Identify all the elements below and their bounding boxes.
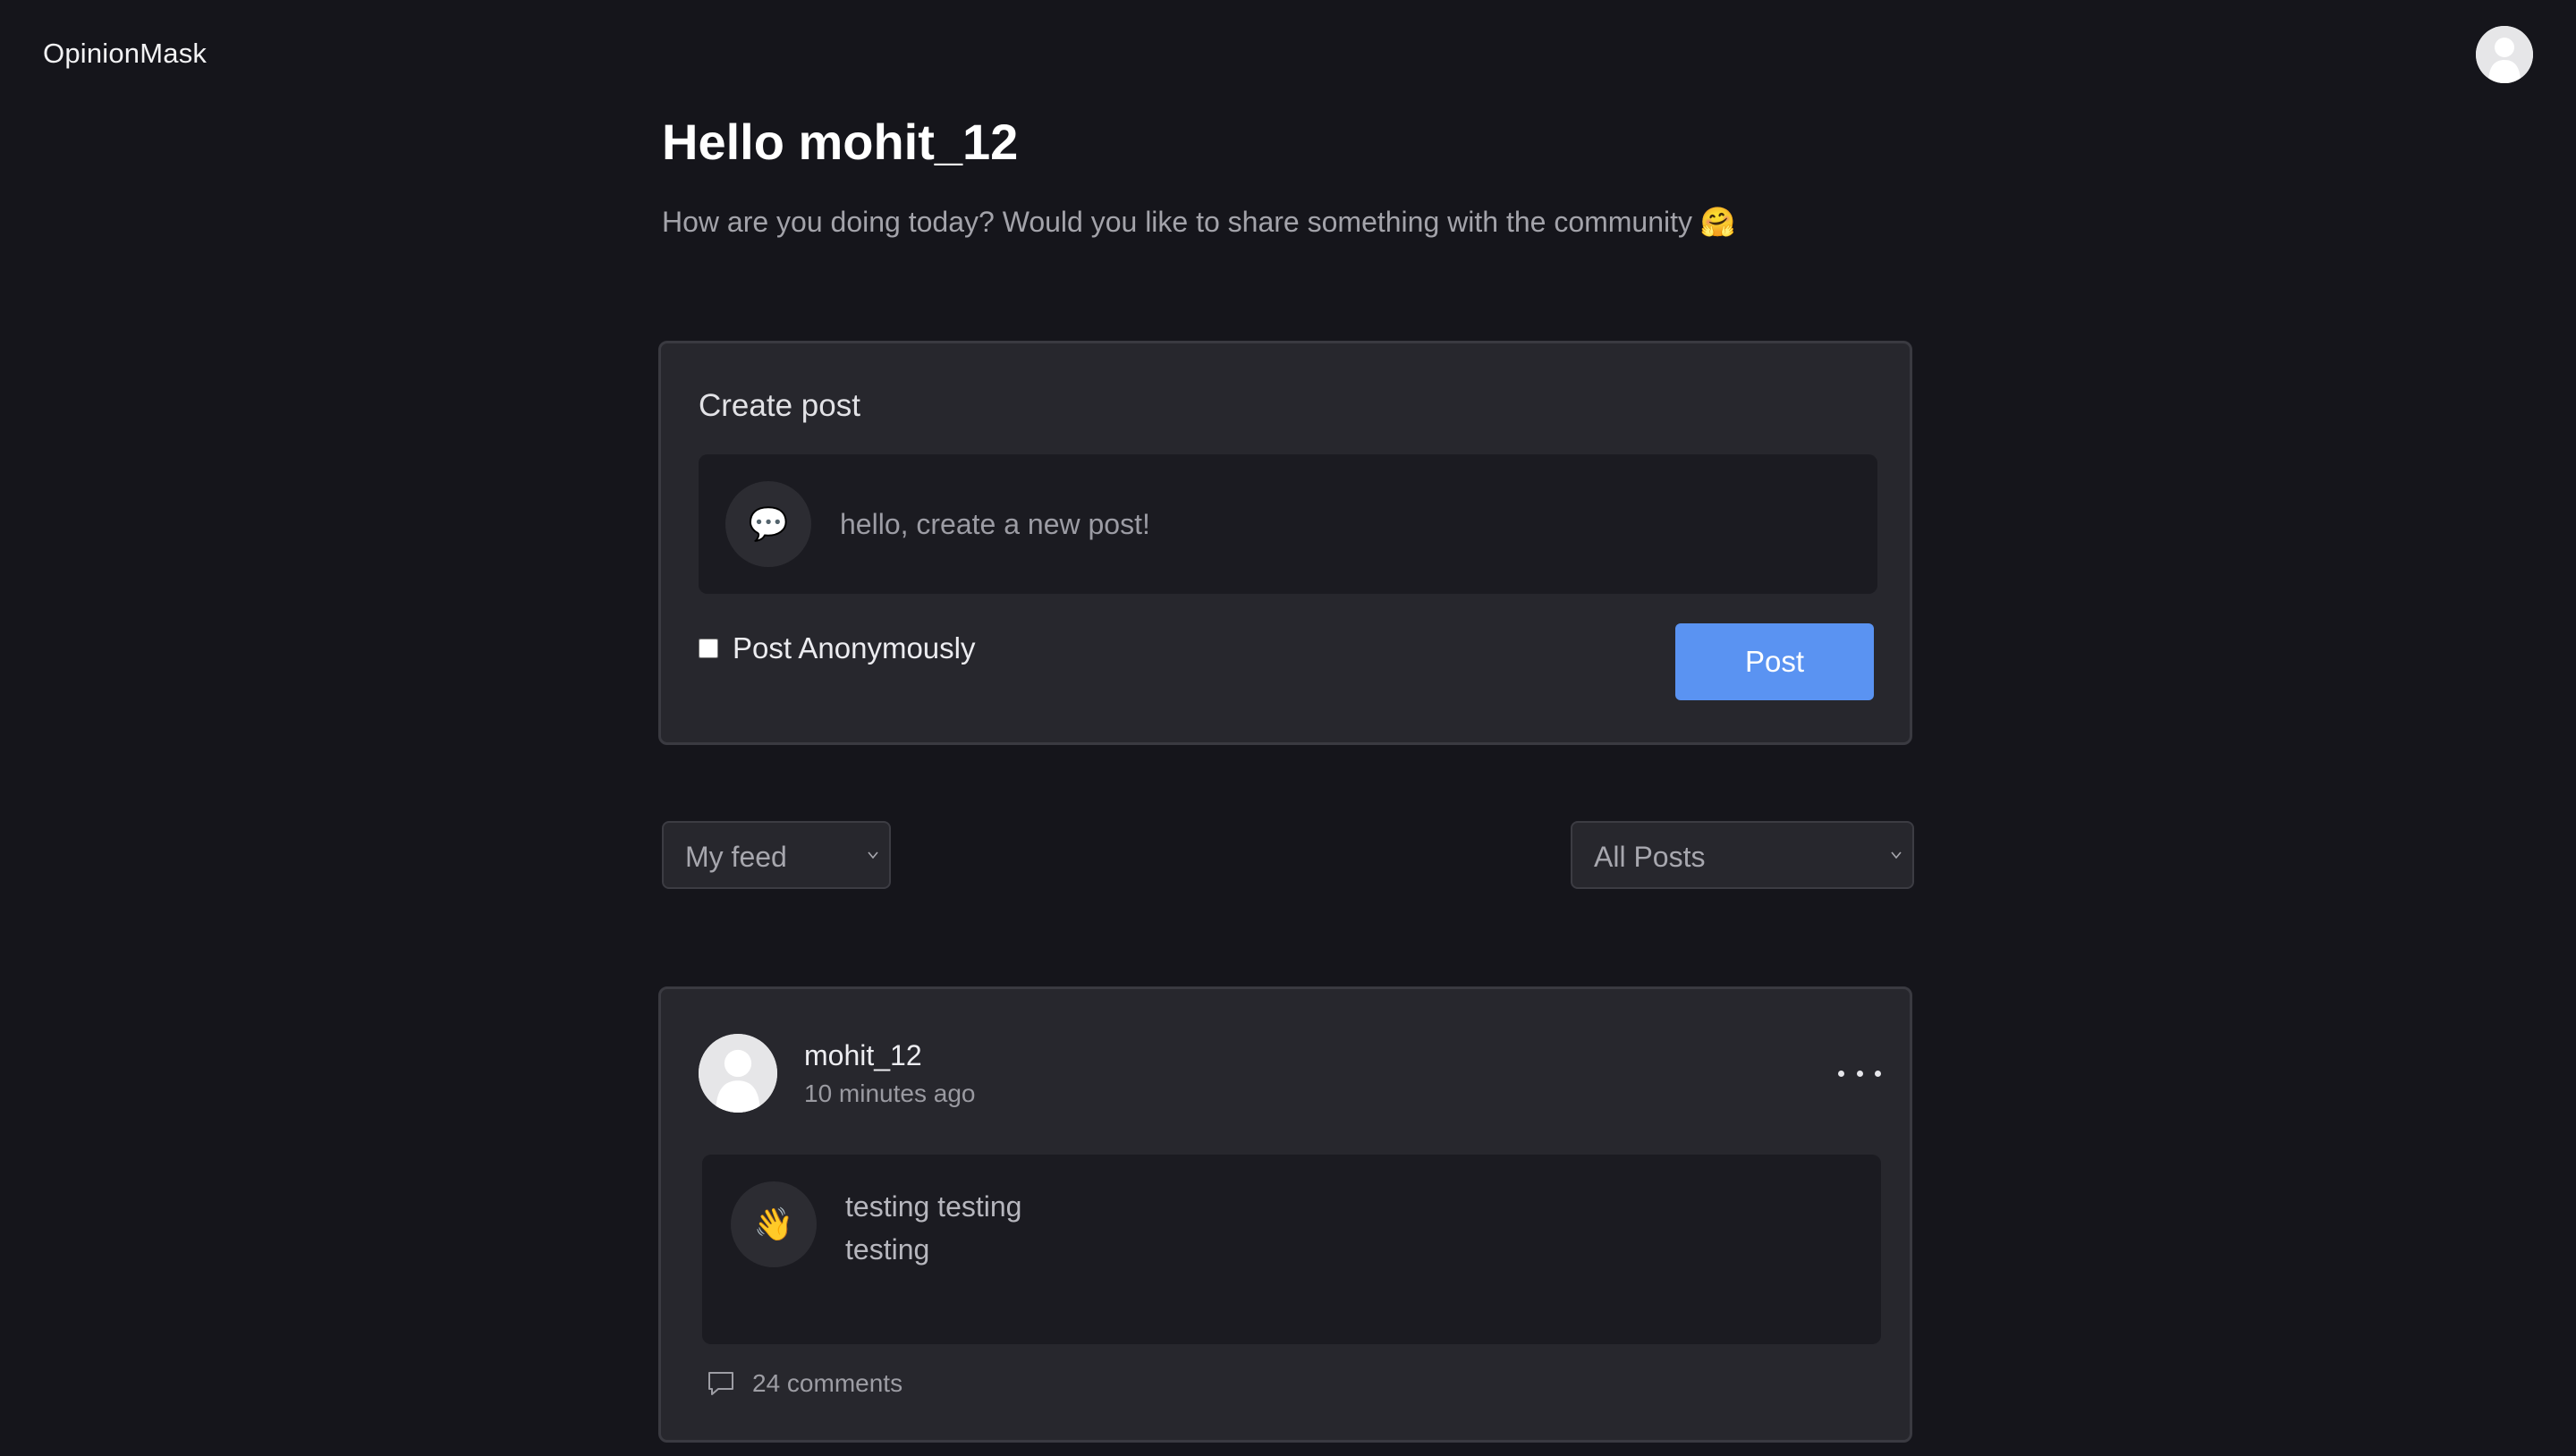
user-silhouette-icon bbox=[699, 1034, 777, 1113]
compose-box[interactable]: 💬 bbox=[699, 454, 1877, 594]
post-anonymously-label: Post Anonymously bbox=[733, 631, 976, 665]
page-title: Hello mohit_12 bbox=[662, 114, 1019, 170]
feed-select-value: My feed bbox=[685, 841, 787, 873]
create-post-title: Create post bbox=[699, 388, 860, 423]
post-timestamp: 10 minutes ago bbox=[804, 1079, 976, 1107]
post-text: testing testing testing bbox=[845, 1190, 1022, 1266]
ellipsis-dot-icon bbox=[1856, 1070, 1863, 1077]
speech-bubble-icon bbox=[708, 1372, 733, 1395]
post-author-name[interactable]: mohit_12 bbox=[804, 1039, 922, 1072]
feed-select[interactable]: My feed bbox=[662, 821, 891, 889]
new-post-input[interactable] bbox=[840, 497, 1842, 551]
post-card: mohit_12 10 minutes ago 👋 testing testin… bbox=[658, 986, 1912, 1443]
user-avatar-button[interactable] bbox=[2476, 26, 2533, 83]
post-anonymously-checkbox[interactable] bbox=[699, 639, 718, 658]
posts-filter-value: All Posts bbox=[1594, 841, 1706, 873]
speech-bubble-emoji-icon: 💬 bbox=[725, 481, 811, 567]
chevron-down-icon bbox=[1891, 851, 1902, 859]
page-subtitle: How are you doing today? Would you like … bbox=[662, 206, 1736, 238]
chevron-down-icon bbox=[868, 851, 878, 859]
post-anonymously-toggle[interactable]: Post Anonymously bbox=[699, 631, 975, 665]
post-more-options-button[interactable] bbox=[1838, 1061, 1881, 1086]
comments-link[interactable]: 24 comments bbox=[706, 1368, 902, 1399]
post-button[interactable]: Post bbox=[1675, 623, 1874, 700]
posts-filter-select[interactable]: All Posts bbox=[1571, 821, 1914, 889]
ellipsis-dot-icon bbox=[1838, 1070, 1844, 1077]
create-post-card: Create post 💬 Post Anonymously Post bbox=[658, 341, 1912, 745]
user-silhouette-icon bbox=[2476, 26, 2533, 83]
comments-count: 24 comments bbox=[752, 1369, 903, 1397]
app-logo[interactable]: OpinionMask bbox=[43, 38, 207, 70]
post-body[interactable]: 👋 testing testing testing bbox=[702, 1155, 1881, 1344]
post-author-avatar[interactable] bbox=[699, 1034, 777, 1113]
waving-hand-emoji-icon: 👋 bbox=[731, 1181, 817, 1267]
ellipsis-dot-icon bbox=[1875, 1070, 1881, 1077]
